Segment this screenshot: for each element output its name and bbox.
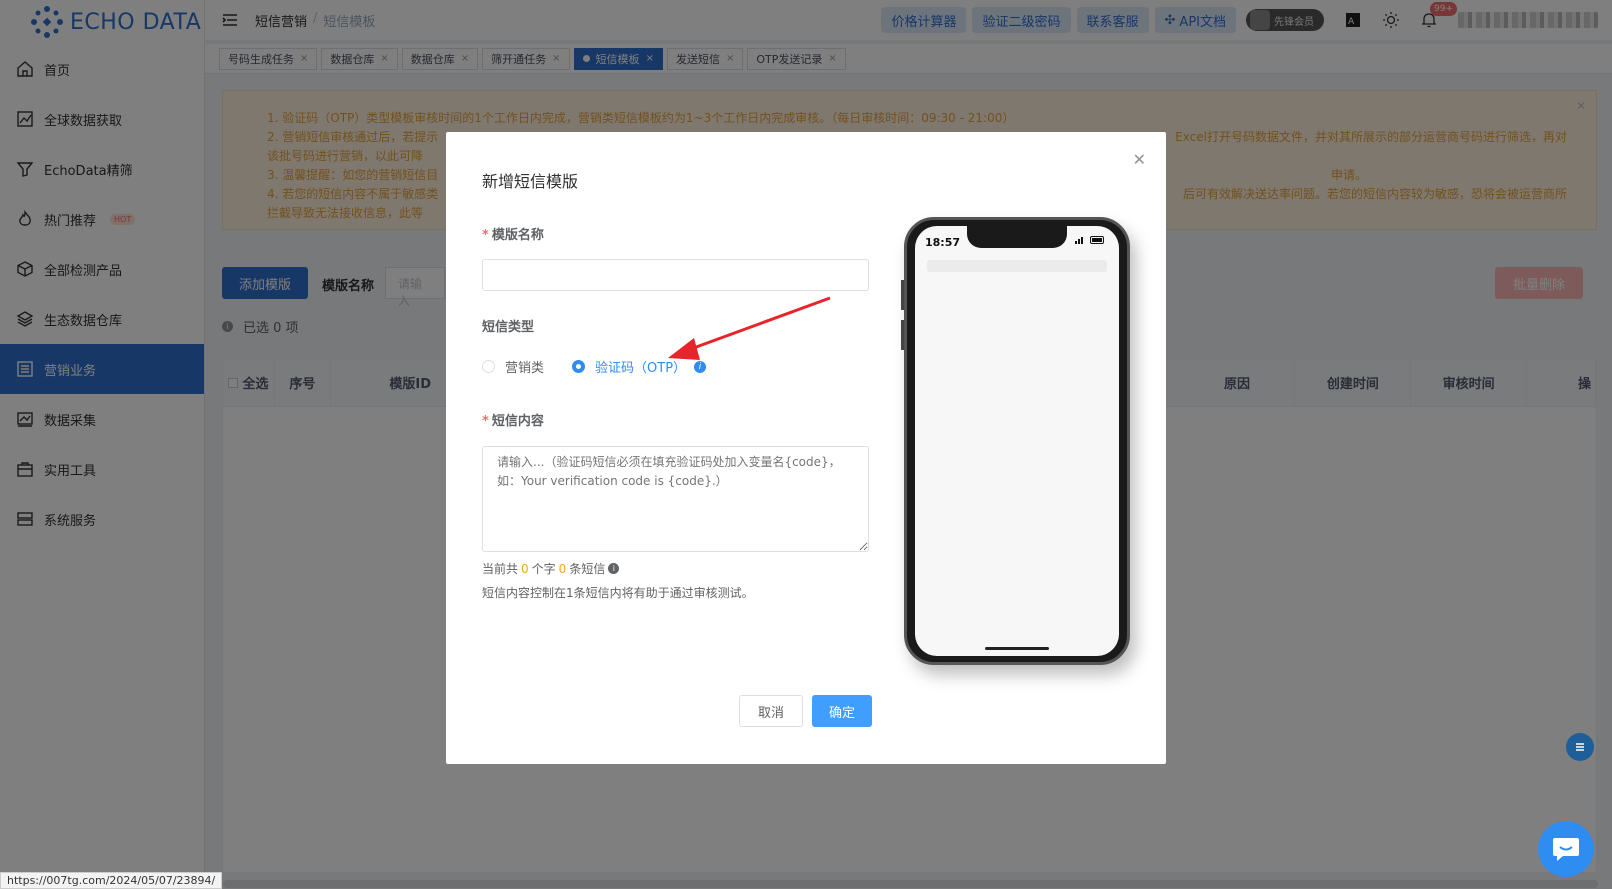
required-mark: *	[482, 414, 489, 429]
phone-side-button	[901, 320, 904, 350]
phone-notch	[967, 226, 1067, 248]
count-mid: 个字	[531, 562, 556, 576]
template-name-input[interactable]	[482, 259, 869, 291]
chat-icon	[1553, 838, 1579, 861]
phone-side-button	[901, 280, 904, 310]
template-name-field-label: * 模版名称	[482, 224, 544, 243]
radio-otp-label[interactable]: 验证码（OTP）	[595, 357, 686, 376]
char-count: 0	[521, 561, 529, 576]
phone-preview: 18:57	[901, 217, 1130, 665]
phone-home-indicator	[985, 647, 1049, 650]
info-icon[interactable]: i	[694, 360, 707, 373]
sms-count: 0	[558, 561, 567, 576]
sms-type-label: 短信类型	[482, 320, 535, 335]
battery-icon	[1090, 236, 1104, 244]
phone-message-bar	[927, 260, 1107, 272]
count-prefix: 当前共	[482, 562, 519, 576]
sms-content-label-text: 短信内容	[491, 414, 544, 429]
required-mark: *	[482, 228, 489, 243]
sms-content-textarea[interactable]	[482, 446, 869, 552]
chat-button[interactable]	[1538, 821, 1594, 877]
signal-icon	[1075, 237, 1083, 244]
phone-screen: 18:57	[915, 226, 1119, 656]
dialog-title: 新增短信模版	[482, 172, 579, 191]
cancel-button[interactable]: 取消	[739, 695, 803, 727]
sms-content-field-label: * 短信内容	[482, 410, 544, 429]
phone-status-icons	[1075, 236, 1109, 244]
close-icon[interactable]: ✕	[1133, 150, 1146, 169]
add-template-dialog: 新增短信模版 ✕ * 模版名称 短信类型 营销类 验证码（OTP） i * 短信内容…	[446, 132, 1166, 764]
sms-type-radio-group: 营销类 验证码（OTP） i	[482, 357, 707, 376]
list-icon	[1576, 743, 1584, 751]
radio-otp[interactable]	[572, 360, 586, 373]
radio-marketing[interactable]	[482, 360, 495, 373]
info-icon[interactable]: i	[608, 563, 620, 574]
confirm-button[interactable]: 确定	[812, 695, 872, 727]
content-hint: 短信内容控制在1条短信内将有助于通过审核测试。	[482, 586, 754, 600]
radio-marketing-label[interactable]: 营销类	[505, 357, 544, 376]
char-count-line: 当前共 0 个字 0 条短信 i	[482, 560, 620, 577]
phone-time: 18:57	[925, 236, 961, 249]
status-bar-url: https://007tg.com/2024/05/07/23894/	[0, 872, 223, 889]
template-name-label-text: 模版名称	[491, 228, 544, 243]
count-suffix: 条短信	[569, 562, 606, 576]
floating-menu-button[interactable]	[1566, 733, 1594, 761]
